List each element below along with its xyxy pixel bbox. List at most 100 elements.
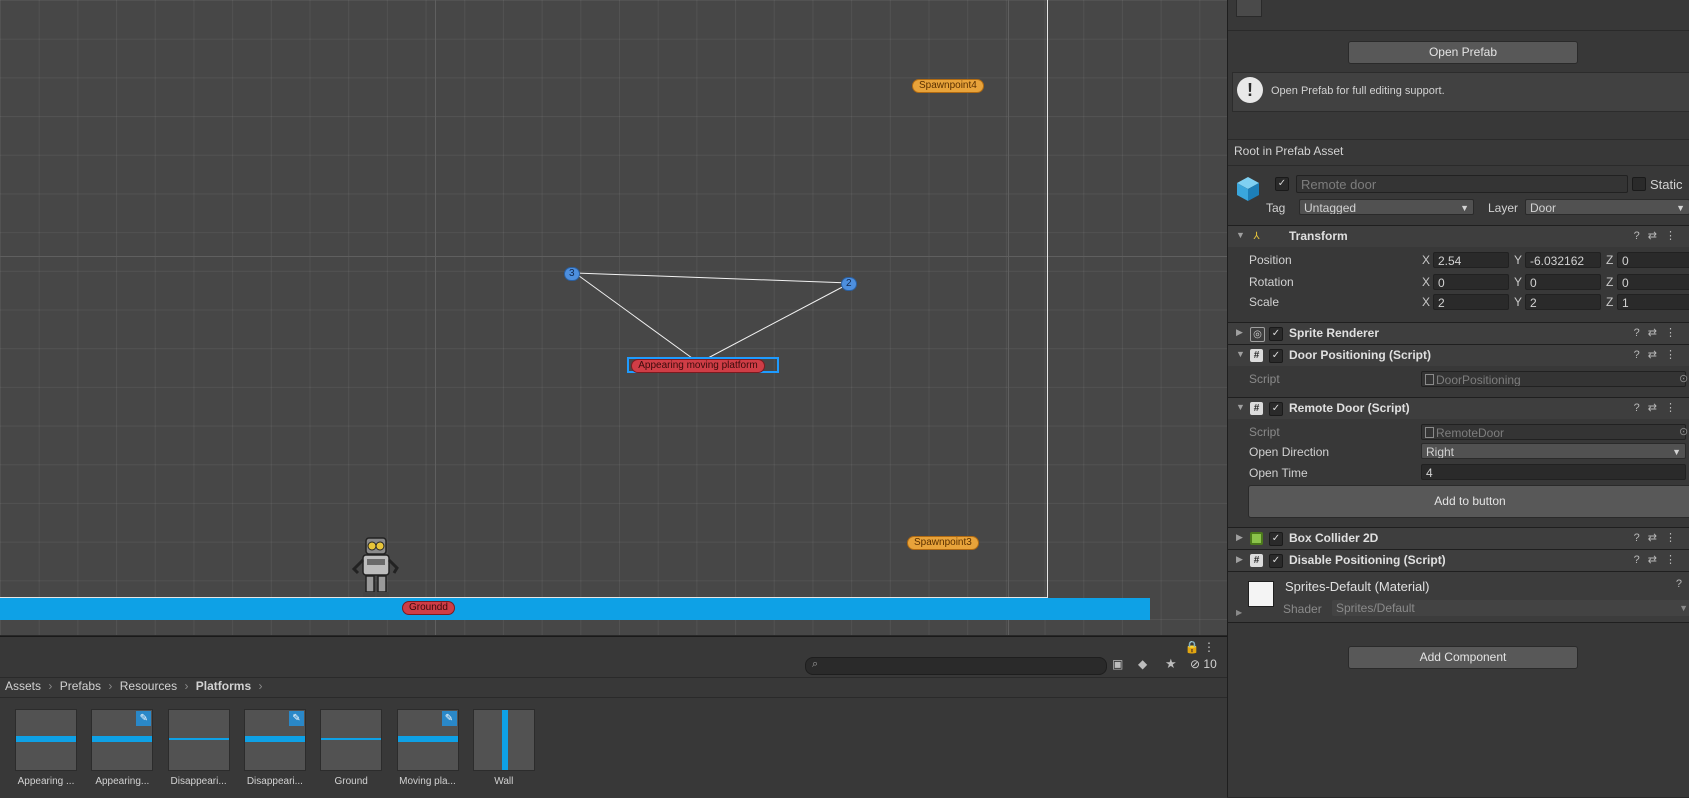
axis-y-label: Y [1514, 295, 1523, 309]
chevron-right-icon: › [108, 679, 113, 693]
prefab-thumbnail [15, 709, 77, 771]
rotation-y-field[interactable]: 0 [1525, 274, 1601, 290]
favorite-star-icon[interactable]: ★ [1165, 656, 1177, 672]
component-tools-icon[interactable]: ?⇄⋮ [1634, 326, 1684, 339]
script-label: Script [1249, 425, 1280, 439]
asset-item[interactable]: ✎ Moving pla... [396, 709, 460, 787]
position-z-field[interactable]: 0 [1617, 252, 1689, 268]
add-component-button[interactable]: Add Component [1348, 646, 1578, 669]
open-direction-label: Open Direction [1249, 445, 1330, 459]
foldout-open-icon: ▼ [1236, 230, 1245, 240]
spawnpoint4-label[interactable]: Spawnpoint4 [912, 79, 984, 93]
tag-label: Tag [1266, 201, 1286, 215]
script-icon: # [1250, 554, 1263, 567]
ground-platform[interactable] [0, 598, 1150, 620]
component-enabled-checkbox[interactable]: ✓ [1269, 349, 1283, 363]
breadcrumb-assets[interactable]: Assets [5, 679, 41, 693]
project-panel: 🔒 ⋮ ⌕ ▣ ◆ ★ ⊘ 10 Assets › Prefabs › Reso… [0, 636, 1227, 798]
platform-preview [92, 736, 153, 742]
component-enabled-checkbox[interactable]: ✓ [1269, 554, 1283, 568]
asset-item[interactable]: ✎ Appearing... [90, 709, 154, 787]
panel-lock-menu-icon[interactable]: 🔒 ⋮ [1185, 640, 1215, 654]
filter-label-icon[interactable]: ◆ [1138, 657, 1147, 671]
asset-item[interactable]: Disappeari... [167, 709, 231, 787]
dropdown-arrow-icon: ▼ [1676, 203, 1685, 213]
active-checkbox[interactable]: ✓ [1275, 177, 1289, 191]
component-title: Box Collider 2D [1289, 531, 1379, 545]
gameobject-cube-icon[interactable] [1236, 175, 1262, 203]
material-section: Sprites-Default (Material) ? ▶ Shader Sp… [1228, 571, 1689, 623]
tag-dropdown[interactable]: Untagged ▼ [1299, 199, 1474, 215]
box-collider-icon [1250, 532, 1263, 545]
component-enabled-checkbox[interactable]: ✓ [1269, 532, 1283, 546]
asset-item[interactable]: Appearing ... [14, 709, 78, 787]
component-title: Remote Door (Script) [1289, 401, 1410, 415]
asset-item[interactable]: Ground [319, 709, 383, 787]
disable-positioning-header[interactable]: ▶ # ✓ Disable Positioning (Script) ?⇄⋮ [1228, 549, 1689, 571]
pencil-icon: ✎ [288, 711, 304, 726]
component-tools-icon[interactable]: ?⇄⋮ [1634, 401, 1684, 414]
transform-header[interactable]: ▼ ⅄ Transform ?⇄⋮ [1228, 225, 1689, 247]
platform-preview [397, 736, 458, 742]
breadcrumb-prefabs[interactable]: Prefabs [60, 679, 101, 693]
rotation-x-field[interactable]: 0 [1433, 274, 1509, 290]
shader-value: Sprites/Default [1336, 601, 1415, 615]
asset-item[interactable]: Wall [472, 709, 536, 787]
platform-preview [501, 710, 508, 770]
waypoint-2[interactable]: 2 [841, 277, 857, 291]
asset-name: Moving pla... [399, 776, 456, 787]
component-tools-icon[interactable]: ?⇄⋮ [1634, 229, 1684, 242]
component-tools-icon[interactable]: ?⇄⋮ [1634, 348, 1684, 361]
object-name-field[interactable]: Remote door [1296, 175, 1628, 193]
filter-type-icon[interactable]: ▣ [1112, 657, 1123, 671]
appearing-moving-platform-label[interactable]: Appearing moving platform [631, 359, 765, 373]
platform-path-lines [574, 272, 851, 359]
component-tools-icon[interactable]: ?⇄⋮ [1634, 531, 1684, 544]
layer-dropdown[interactable]: Door ▼ [1525, 199, 1689, 215]
open-time-field[interactable]: 4 [1421, 464, 1686, 480]
position-label: Position [1249, 253, 1292, 267]
component-tools-icon[interactable]: ?⇄⋮ [1634, 553, 1684, 566]
add-to-button-button[interactable]: Add to button [1248, 485, 1689, 518]
object-picker-icon[interactable]: ⊙ [1679, 425, 1688, 438]
waypoint-3[interactable]: 3 [564, 267, 580, 281]
scale-x-field[interactable]: 2 [1433, 294, 1509, 310]
open-prefab-button[interactable]: Open Prefab [1348, 41, 1578, 64]
foldout-closed-icon[interactable]: ▶ [1236, 608, 1242, 617]
help-icon[interactable]: ? [1676, 578, 1682, 590]
static-checkbox[interactable] [1632, 177, 1646, 191]
foldout-closed-icon: ▶ [1236, 532, 1243, 542]
scene-view[interactable]: Spawnpoint4 Spawnpoint3 3 2 Appearing mo… [0, 0, 1227, 635]
scale-y-field[interactable]: 2 [1525, 294, 1601, 310]
axis-z-label: Z [1606, 253, 1614, 267]
asset-item[interactable]: ✎ Disappeari... [243, 709, 307, 787]
asset-name: Appearing... [95, 776, 150, 787]
breadcrumb-platforms[interactable]: Platforms [196, 679, 251, 693]
search-input[interactable]: ⌕ [805, 657, 1107, 675]
transform-icon: ⅄ [1253, 231, 1260, 242]
sprite-renderer-header[interactable]: ▶ ◎ ✓ Sprite Renderer ?⇄⋮ [1228, 322, 1689, 344]
axis-x-label: X [1422, 295, 1431, 309]
object-picker-icon[interactable]: ⊙ [1679, 372, 1688, 385]
component-enabled-checkbox[interactable]: ✓ [1269, 402, 1283, 416]
pencil-icon: ✎ [441, 711, 457, 726]
foldout-closed-icon: ▶ [1236, 327, 1243, 337]
open-direction-dropdown[interactable]: Right ▼ [1421, 443, 1686, 459]
spawnpoint3-label[interactable]: Spawnpoint3 [907, 536, 979, 550]
shader-dropdown[interactable]: Sprites/Default ▼ [1332, 600, 1689, 616]
breadcrumb-resources[interactable]: Resources [120, 679, 177, 693]
remote-door-header[interactable]: ▼ # ✓ Remote Door (Script) ?⇄⋮ [1228, 397, 1689, 419]
box-collider-header[interactable]: ▶ ✓ Box Collider 2D ?⇄⋮ [1228, 527, 1689, 549]
door-positioning-header[interactable]: ▼ # ✓ Door Positioning (Script) ?⇄⋮ [1228, 344, 1689, 366]
hidden-packages-toggle[interactable]: ⊘ 10 [1190, 657, 1217, 671]
position-y-field[interactable]: -6.032162 [1525, 252, 1601, 268]
ground-label[interactable]: Groundd [402, 601, 455, 615]
inspector-panel: Open Prefab ! Open Prefab for full editi… [1227, 0, 1689, 797]
rotation-z-field[interactable]: 0 [1617, 274, 1689, 290]
axis-y-label: Y [1514, 275, 1523, 289]
scale-z-field[interactable]: 1 [1617, 294, 1689, 310]
platform-preview [321, 738, 382, 740]
robot-character-icon[interactable] [349, 536, 403, 598]
position-x-field[interactable]: 2.54 [1433, 252, 1509, 268]
component-enabled-checkbox[interactable]: ✓ [1269, 327, 1283, 341]
